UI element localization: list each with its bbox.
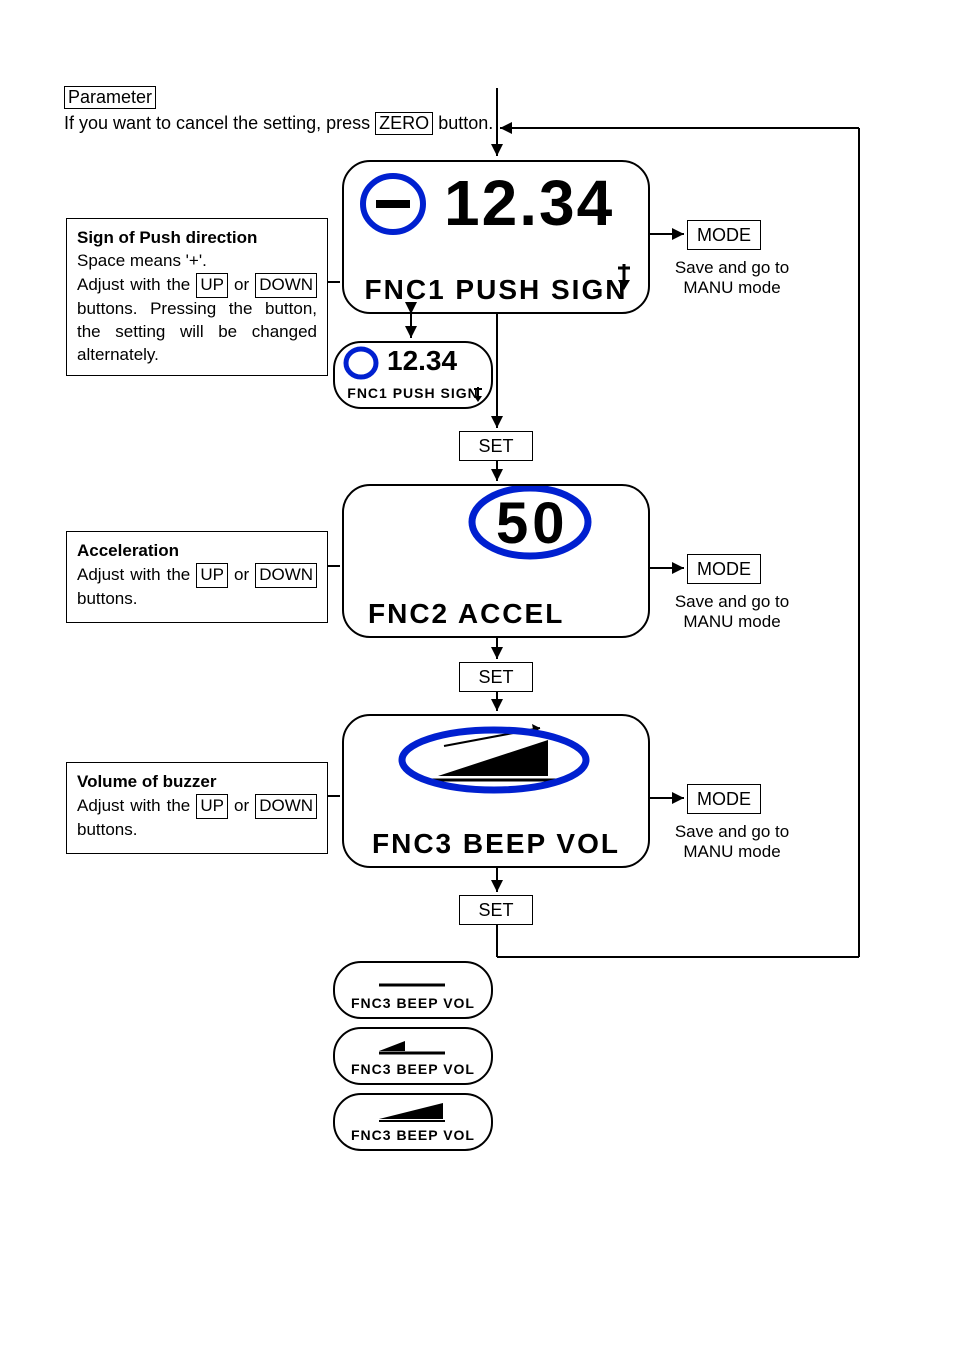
- lcd-fnc3-small-3: FNC3 BEEP VOL: [333, 1093, 493, 1151]
- lcd-fnc1-big: 12.34 FNC1 PUSH SIGN: [342, 160, 650, 314]
- info-vol-l1a: Adjust with the: [77, 796, 196, 815]
- down-button-ref-2: DOWN: [255, 563, 317, 588]
- info-accel-l1e: buttons.: [77, 589, 138, 608]
- set-button-1[interactable]: SET: [459, 431, 533, 461]
- info-push-l2c: or: [228, 275, 255, 294]
- mode-caption-2: Save and go to MANU mode: [662, 592, 802, 632]
- info-vol: Volume of buzzer Adjust with the UP or D…: [66, 762, 328, 854]
- lcd-fnc1-big-value: 12.34: [444, 166, 614, 240]
- info-vol-l1c: or: [228, 796, 255, 815]
- info-vol-l1e: buttons.: [77, 820, 138, 839]
- up-button-ref-2: UP: [196, 563, 228, 588]
- lcd-fnc2-value: 50: [496, 490, 569, 557]
- info-push-sign: Sign of Push direction Space means '+'. …: [66, 218, 328, 376]
- info-push-title: Sign of Push direction: [77, 228, 257, 247]
- parameter-label: Parameter: [64, 86, 156, 109]
- zero-button-ref: ZERO: [375, 112, 433, 135]
- lcd-fnc3-small-3-label: FNC3 BEEP VOL: [335, 1127, 491, 1143]
- set-button-3[interactable]: SET: [459, 895, 533, 925]
- lcd-fnc3-small-2-label: FNC3 BEEP VOL: [335, 1061, 491, 1077]
- set-button-2[interactable]: SET: [459, 662, 533, 692]
- info-accel-l1a: Adjust with the: [77, 565, 196, 584]
- info-accel-title: Acceleration: [77, 541, 179, 560]
- lcd-fnc3-big: FNC3 BEEP VOL: [342, 714, 650, 868]
- down-button-ref-3: DOWN: [255, 794, 317, 819]
- lcd-fnc1-small-label: FNC1 PUSH SIGN: [335, 385, 491, 401]
- mode-button-2[interactable]: MODE: [687, 554, 761, 584]
- lcd-fnc3-small-2: FNC3 BEEP VOL: [333, 1027, 493, 1085]
- info-push-l1: Space means '+'.: [77, 251, 207, 270]
- lcd-fnc2-big: 50 FNC2 ACCEL: [342, 484, 650, 638]
- up-button-ref-3: UP: [196, 794, 228, 819]
- intro-text-pre: If you want to cancel the setting, press: [64, 113, 375, 133]
- lcd-fnc1-big-label: FNC1 PUSH SIGN: [344, 274, 648, 306]
- mode-button-3[interactable]: MODE: [687, 784, 761, 814]
- info-push-l2e: buttons. Pressing the button, the settin…: [77, 299, 317, 364]
- lcd-fnc3-small-1-label: FNC3 BEEP VOL: [335, 995, 491, 1011]
- lcd-fnc3-small-1: FNC3 BEEP VOL: [333, 961, 493, 1019]
- lcd-fnc3-label: FNC3 BEEP VOL: [344, 828, 648, 860]
- mode-caption-3: Save and go to MANU mode: [662, 822, 802, 862]
- info-accel-l1c: or: [228, 565, 255, 584]
- intro-text-post: button.: [433, 113, 493, 133]
- down-button-ref-1: DOWN: [255, 273, 317, 298]
- up-button-ref-1: UP: [196, 273, 228, 298]
- info-accel: Acceleration Adjust with the UP or DOWN …: [66, 531, 328, 623]
- lcd-fnc2-label: FNC2 ACCEL: [368, 598, 648, 630]
- lcd-fnc1-small: 12.34 FNC1 PUSH SIGN: [333, 341, 493, 409]
- mode-button-1[interactable]: MODE: [687, 220, 761, 250]
- lcd-fnc1-small-value: 12.34: [387, 345, 457, 377]
- info-push-l2a: Adjust with the: [77, 275, 196, 294]
- info-vol-title: Volume of buzzer: [77, 772, 216, 791]
- mode-caption-1: Save and go to MANU mode: [662, 258, 802, 298]
